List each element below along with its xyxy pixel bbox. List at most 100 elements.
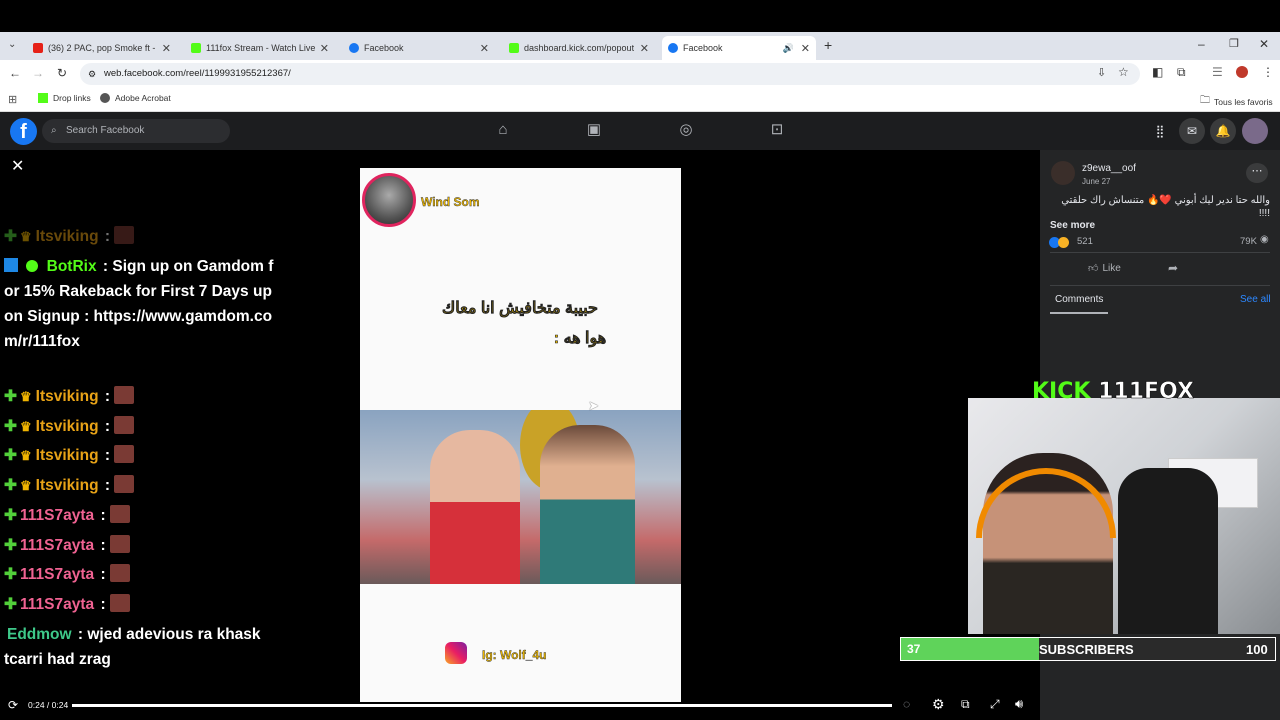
settings-gear-icon[interactable]: ⚙	[932, 696, 945, 713]
all-bookmarks[interactable]: 🗀 Tous les favoris	[1200, 93, 1273, 110]
see-more-link[interactable]: See more	[1050, 220, 1095, 231]
kick-favicon-icon	[38, 93, 48, 103]
tab-title: Facebook	[364, 43, 404, 53]
profile-icon[interactable]	[1236, 66, 1248, 78]
close-tab-icon[interactable]: ✕	[801, 42, 810, 55]
browser-tab[interactable]: dashboard.kick.com/popout/11 ✕	[503, 36, 655, 60]
tab-list-chevron-icon[interactable]: ⌄	[8, 39, 16, 50]
account-avatar[interactable]	[1242, 118, 1268, 144]
browser-tab-active[interactable]: Facebook 🔊 ✕	[662, 36, 816, 60]
close-tab-icon[interactable]: ✕	[480, 42, 489, 55]
chat-username: Eddmow	[7, 626, 72, 643]
post-options-icon[interactable]: ⋯	[1246, 163, 1268, 183]
groups-icon[interactable]: ◎	[676, 120, 696, 140]
chat-message: Eddmow : wjed adevious ra khask tcarri h…	[4, 626, 261, 668]
forward-icon[interactable]: →	[32, 66, 44, 80]
messenger-icon[interactable]: ✉	[1179, 118, 1205, 144]
video-controls: ⟳ 0:24 / 0:24 ◌ ⚙ ⧉ ⤢ 🔊︎	[0, 694, 1040, 718]
like-button[interactable]: 👍︎ Like	[1088, 262, 1121, 274]
chat-username: Itsviking	[35, 477, 99, 494]
screen-top-bar	[0, 0, 1280, 32]
eye-icon: ◉	[1260, 234, 1269, 245]
reel-video[interactable]: Wind Som حبيبة متخافيش انا معاك هوا هه :…	[360, 168, 681, 702]
chat-message: ✚ ♛ Itsviking :	[4, 384, 274, 409]
extension-icon[interactable]: ◧	[1152, 65, 1163, 79]
author-avatar[interactable]	[1051, 161, 1075, 185]
seek-bar-fill	[72, 704, 892, 707]
verified-badge-icon	[26, 260, 39, 272]
emote-icon	[114, 445, 135, 463]
close-tab-icon[interactable]: ✕	[640, 42, 649, 55]
speaker-icon[interactable]: 🔊	[783, 43, 794, 54]
chat-message: ✚ 111S7ayta :	[4, 503, 274, 528]
install-app-icon[interactable]: ⇩	[1097, 66, 1106, 79]
site-info-icon[interactable]: ⚙	[88, 63, 96, 85]
post-date: June 27	[1082, 177, 1111, 186]
extensions-puzzle-icon[interactable]: ⧉	[1177, 65, 1186, 80]
close-tab-icon[interactable]: ✕	[162, 42, 171, 55]
bookmark-drop-links[interactable]: Drop links	[38, 93, 91, 103]
home-icon[interactable]: ⌂	[493, 120, 513, 140]
chat-message: ✚ 111S7ayta :	[4, 533, 274, 558]
facebook-logo-icon[interactable]: f	[10, 118, 37, 145]
notifications-icon[interactable]: 🔔	[1210, 118, 1236, 144]
close-reel-icon[interactable]: ✕	[11, 156, 24, 176]
chat-username: Itsviking	[35, 447, 99, 464]
reaction-count[interactable]: 521	[1077, 236, 1093, 247]
chat-username: 111S7ayta	[20, 537, 95, 554]
video-caption-line1: حبيبة متخافيش انا معاك	[442, 300, 598, 318]
chat-username: Itsviking	[35, 228, 99, 245]
close-window-icon[interactable]: ✕	[1259, 37, 1269, 51]
chat-message: ✚ ♛ Itsviking :	[4, 473, 274, 498]
reading-list-icon[interactable]: ☰	[1212, 65, 1223, 79]
comments-tab[interactable]: Comments	[1055, 294, 1103, 305]
chat-username: Itsviking	[35, 388, 99, 405]
streamer-webcam	[968, 398, 1280, 634]
browser-menu-icon[interactable]: ⋮	[1262, 65, 1274, 79]
bookmark-adobe-acrobat[interactable]: Adobe Acrobat	[100, 93, 171, 103]
browser-tab[interactable]: Facebook ✕	[343, 36, 495, 60]
back-icon[interactable]: ←	[9, 66, 21, 80]
chat-message: ✚ 111S7ayta :	[4, 562, 274, 587]
see-all-link[interactable]: See all	[1240, 294, 1271, 305]
tab-title: 111fox Stream - Watch Live on	[206, 43, 316, 53]
replay-icon[interactable]: ⟳	[8, 698, 18, 712]
search-input[interactable]: ⌕ Search Facebook	[42, 119, 230, 143]
restore-icon[interactable]: ❐	[1229, 37, 1239, 50]
seek-bar[interactable]	[72, 704, 892, 707]
author-name[interactable]: z9ewa__oof	[1082, 163, 1136, 174]
browser-tab[interactable]: (36) 2 PAC, pop Smoke ft - Bigg ✕	[27, 36, 177, 60]
captions-icon[interactable]: ◌	[903, 697, 910, 711]
person-right	[540, 425, 635, 584]
view-count: 79K	[1240, 236, 1257, 247]
share-icon[interactable]: ➦	[1168, 261, 1178, 275]
chat-username: 111S7ayta	[20, 566, 95, 583]
gaming-icon[interactable]: ⊡	[767, 120, 787, 140]
video-time: 0:24 / 0:24	[28, 700, 69, 710]
apps-grid-icon[interactable]: ⊞	[8, 93, 17, 106]
instagram-icon	[445, 642, 467, 664]
marketplace-icon[interactable]: ▣	[584, 120, 604, 140]
emote-icon	[109, 564, 130, 582]
divider	[1050, 285, 1270, 286]
chat-username: Itsviking	[35, 418, 99, 435]
chat-message: BotRix : Sign up on Gamdom for 15% Rakeb…	[4, 258, 274, 350]
browser-tab[interactable]: 111fox Stream - Watch Live on ✕	[185, 36, 335, 60]
reload-icon[interactable]: ↻	[57, 66, 67, 80]
search-placeholder: Search Facebook	[66, 125, 145, 136]
fullscreen-icon[interactable]: ⤢	[990, 697, 1000, 712]
emote-icon	[114, 386, 135, 404]
url-text: web.facebook.com/reel/1199931955212367/	[104, 68, 291, 79]
new-tab-icon[interactable]: +	[824, 37, 832, 53]
close-tab-icon[interactable]: ✕	[320, 42, 329, 55]
menu-grid-icon[interactable]: ⣿	[1147, 118, 1173, 144]
volume-icon[interactable]: 🔊︎	[1015, 696, 1023, 712]
like-label: Like	[1102, 263, 1121, 274]
facebook-favicon-icon	[668, 43, 678, 53]
bookmark-star-icon[interactable]: ☆	[1118, 65, 1129, 79]
minimize-icon[interactable]: –	[1198, 37, 1205, 51]
chat-message: ✚ ♛ Itsviking :	[4, 443, 274, 468]
sub-count: 37	[907, 642, 921, 656]
picture-in-picture-icon[interactable]: ⧉	[961, 697, 970, 712]
url-field[interactable]: ⚙ web.facebook.com/reel/1199931955212367…	[80, 63, 1140, 85]
